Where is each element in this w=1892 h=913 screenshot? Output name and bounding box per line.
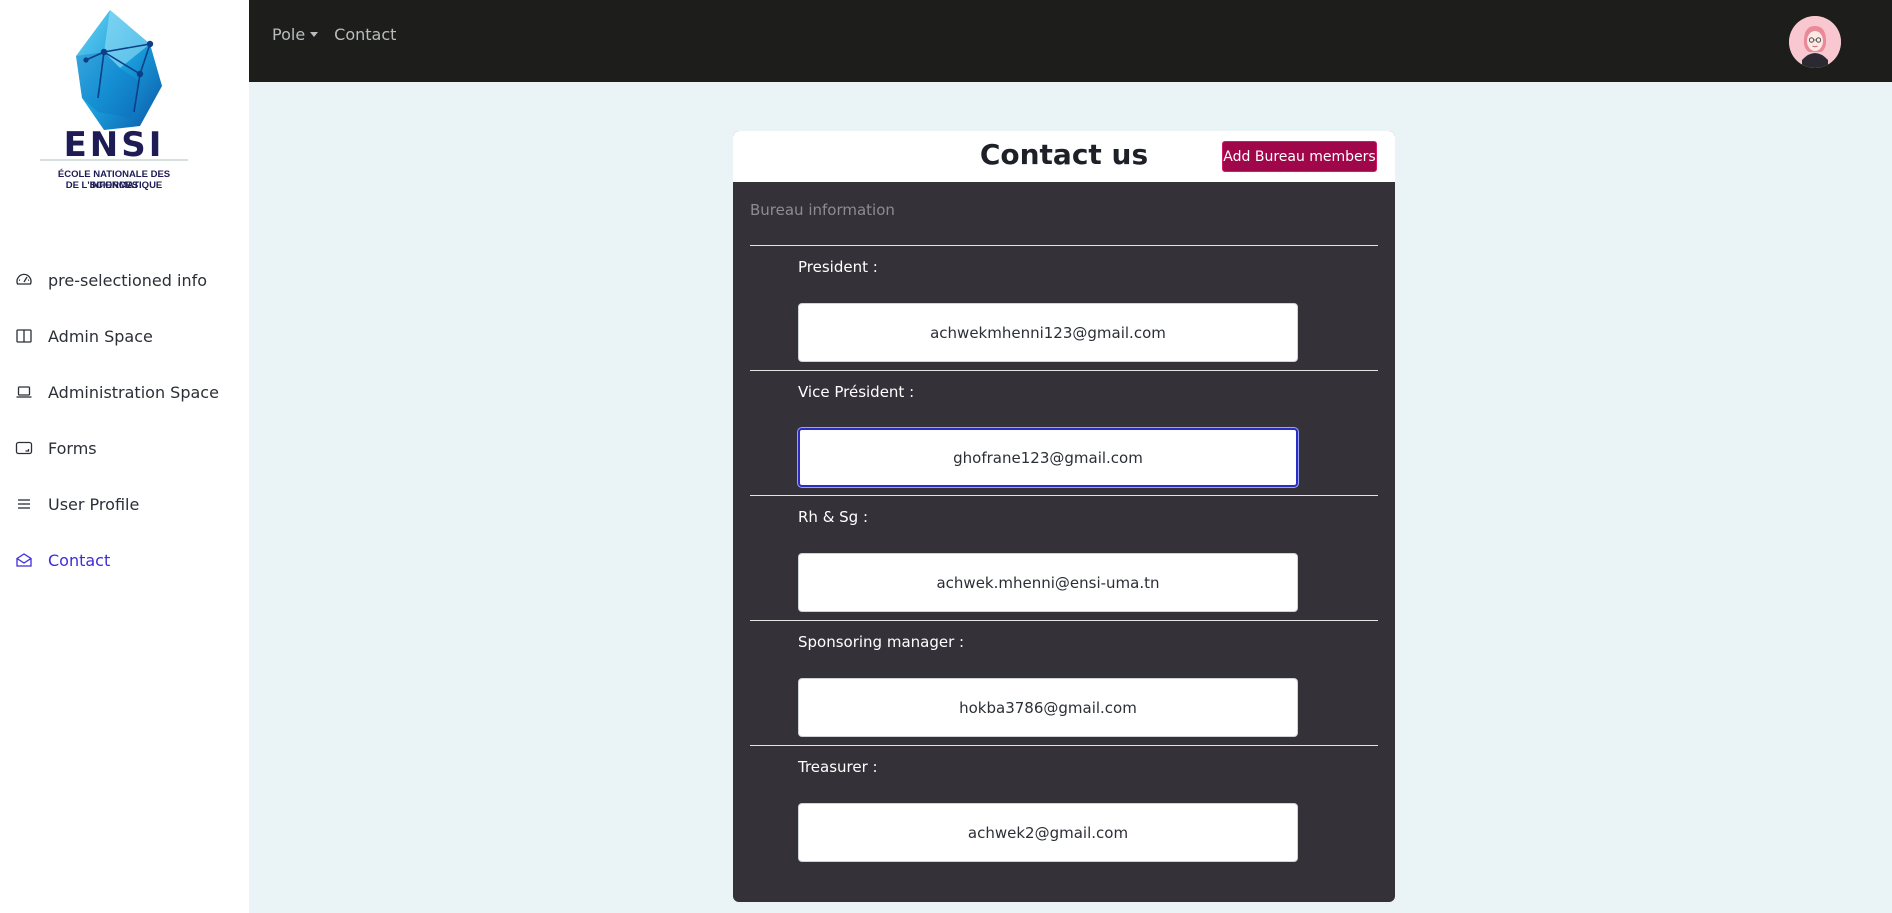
list-icon — [14, 494, 34, 514]
member-row-president: President : achwekmhenni123@gmail.com — [750, 245, 1378, 370]
sidebar-item-label: Contact — [48, 550, 111, 570]
member-role-label: Sponsoring manager : — [798, 633, 965, 651]
logo-caption-line2: DE L'INFORMATIQUE — [65, 180, 163, 191]
member-role-label: President : — [798, 258, 878, 276]
logo-wordmark: ENSI — [64, 125, 165, 165]
member-row-rh-sg: Rh & Sg : achwek.mhenni@ensi-uma.tn — [750, 495, 1378, 620]
president-email-field[interactable]: achwekmhenni123@gmail.com — [798, 303, 1298, 362]
treasurer-email-field[interactable]: achwek2@gmail.com — [798, 803, 1298, 862]
envelope-open-icon — [14, 550, 34, 570]
card-body: Bureau information President : achwekmhe… — [733, 182, 1395, 902]
contact-card: Contact us Add Bureau members Bureau inf… — [733, 131, 1395, 902]
member-role-label: Vice Président : — [798, 383, 915, 401]
chevron-down-icon — [310, 32, 319, 37]
form-card-icon — [14, 438, 34, 458]
add-bureau-members-button[interactable]: Add Bureau members — [1222, 141, 1377, 172]
sidebar: ENSI ÉCOLE NATIONALE DES SCIENCES DE L'I… — [0, 0, 249, 913]
member-row-vice-president: Vice Président : ghofrane123@gmail.com — [750, 370, 1378, 495]
sidebar-item-label: Admin Space — [48, 326, 153, 346]
sidebar-item-label: User Profile — [48, 494, 140, 514]
pole-dropdown[interactable]: Pole — [272, 25, 319, 44]
section-label: Bureau information — [750, 201, 895, 219]
pole-dropdown-label: Pole — [272, 25, 306, 44]
sidebar-item-user-profile[interactable]: User Profile — [0, 476, 249, 532]
sidebar-item-admin-space[interactable]: Admin Space — [0, 308, 249, 364]
sidebar-nav: pre-selectioned info Admin Space Adminis… — [0, 252, 249, 588]
member-role-label: Treasurer : — [798, 758, 878, 776]
user-avatar[interactable] — [1789, 16, 1841, 68]
rh-sg-email-field[interactable]: achwek.mhenni@ensi-uma.tn — [798, 553, 1298, 612]
sidebar-item-label: Forms — [48, 438, 97, 458]
sidebar-item-pre-selectioned-info[interactable]: pre-selectioned info — [0, 252, 249, 308]
sidebar-item-contact[interactable]: Contact — [0, 532, 249, 588]
member-role-label: Rh & Sg : — [798, 508, 869, 526]
user-avatar-icon — [1789, 16, 1841, 68]
sidebar-item-forms[interactable]: Forms — [0, 420, 249, 476]
sidebar-item-label: Administration Space — [48, 382, 219, 402]
ensi-logo-graphic: ENSI — [40, 10, 188, 165]
card-header: Contact us Add Bureau members — [733, 131, 1395, 182]
ensi-logo[interactable]: ENSI ÉCOLE NATIONALE DES SCIENCES DE L'I… — [38, 8, 190, 194]
vice-president-email-field[interactable]: ghofrane123@gmail.com — [798, 428, 1298, 487]
member-row-treasurer: Treasurer : achwek2@gmail.com — [750, 745, 1378, 870]
member-row-sponsoring-manager: Sponsoring manager : hokba3786@gmail.com — [750, 620, 1378, 745]
book-icon — [14, 326, 34, 346]
speedometer-icon — [14, 270, 34, 290]
contact-nav-link[interactable]: Contact — [334, 25, 396, 44]
sidebar-item-administration-space[interactable]: Administration Space — [0, 364, 249, 420]
top-navbar: Pole Contact — [249, 0, 1892, 82]
laptop-icon — [14, 382, 34, 402]
top-nav-links: Pole Contact — [272, 25, 396, 44]
sidebar-item-label: pre-selectioned info — [48, 270, 208, 290]
sponsoring-manager-email-field[interactable]: hokba3786@gmail.com — [798, 678, 1298, 737]
